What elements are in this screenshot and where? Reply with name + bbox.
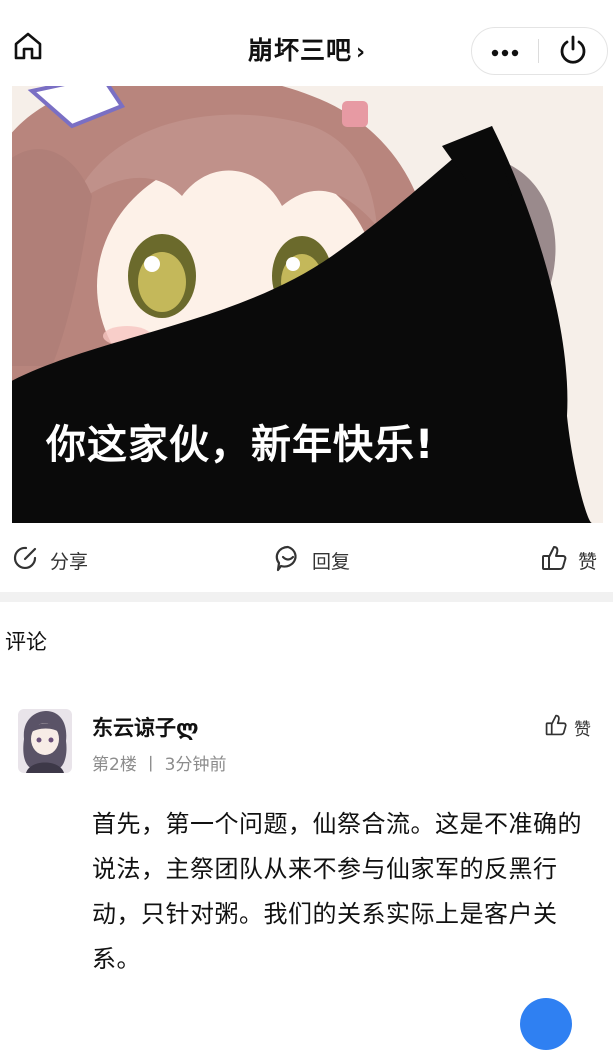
comment-username[interactable]: 东云谅子ლ [92, 712, 199, 742]
like-label: 赞 [578, 551, 598, 573]
share-button[interactable]: 分享 [12, 544, 88, 577]
avatar[interactable] [18, 709, 72, 773]
thumbs-up-icon [544, 713, 574, 742]
thumbs-up-icon [540, 544, 578, 577]
close-mini-program-button[interactable] [539, 28, 607, 74]
meme-caption: 你这家伙，新年快乐! [46, 422, 435, 468]
floating-action-button[interactable] [520, 998, 572, 1050]
comment-like-label: 赞 [574, 720, 591, 740]
comment-like-button[interactable]: 赞 [544, 713, 591, 742]
power-icon [557, 33, 589, 69]
more-dots-icon [491, 42, 519, 61]
share-label: 分享 [50, 551, 89, 573]
chevron-right-icon: › [355, 40, 366, 65]
more-button[interactable] [472, 28, 538, 74]
comment-time: 3分钟前 [164, 755, 227, 775]
comment-body: 首先，第一个问题，仙祭合流。这是不准确的说法，主祭团队从来不参与仙家军的反黑行动… [92, 810, 582, 973]
reply-label: 回复 [312, 551, 351, 573]
page-title: 崩坏三吧 [247, 36, 352, 65]
comments-heading: 评论 [5, 630, 47, 654]
post-action-bar: 分享 回复 赞 [0, 530, 613, 588]
top-nav-bar: 崩坏三吧 › [0, 0, 613, 86]
section-divider [0, 592, 613, 602]
comment-floor: 第2楼 [92, 755, 137, 775]
post-image[interactable]: 你这家伙，新年快乐! [12, 86, 603, 523]
share-icon [12, 544, 50, 577]
meta-separator: 丨 [142, 755, 160, 775]
comment-meta: 第2楼 丨 3分钟前 [92, 750, 226, 775]
mini-program-capsule [471, 27, 608, 75]
reply-button[interactable]: 回复 [274, 544, 350, 577]
like-button[interactable]: 赞 [540, 544, 597, 577]
reply-bubble-icon [274, 544, 312, 577]
